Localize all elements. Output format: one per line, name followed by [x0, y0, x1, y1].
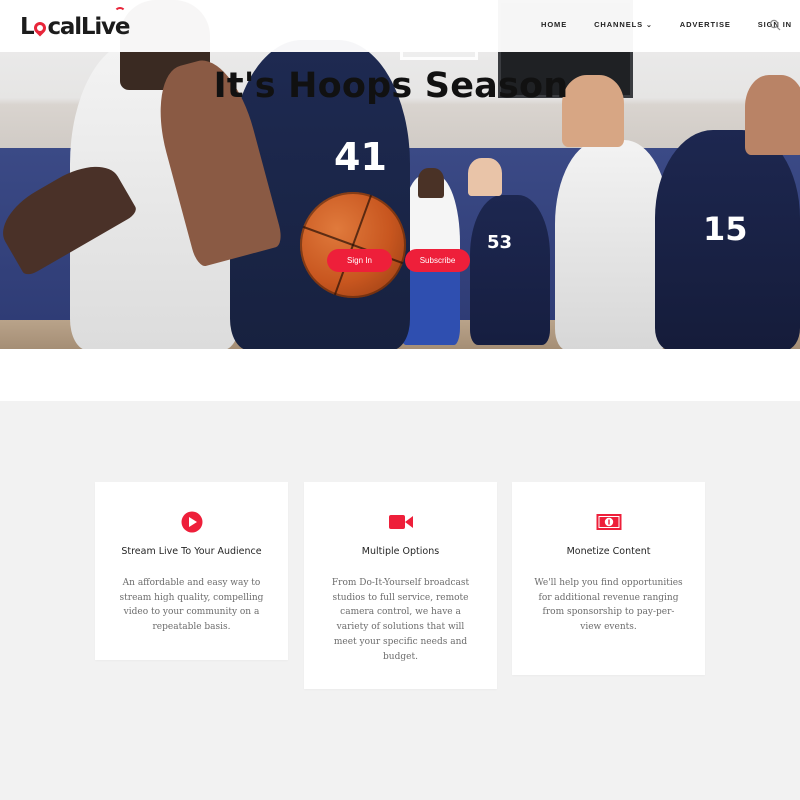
subscribe-button[interactable]: Subscribe: [405, 249, 470, 272]
nav-home[interactable]: HOME: [541, 20, 567, 29]
sign-in-button[interactable]: Sign In: [327, 249, 392, 272]
feature-title: Multiple Options: [361, 546, 440, 557]
jersey-number: 53: [487, 232, 513, 253]
feature-card-options: Multiple Options From Do-It-Yourself bro…: [304, 482, 497, 689]
hero-title: It's Hoops Season: [213, 66, 569, 106]
nav-advertise[interactable]: ADVERTISE: [680, 20, 731, 29]
locallive-logo[interactable]: LcalLive: [20, 7, 130, 43]
main-nav: HOME CHANNELS ⌄ ADVERTISE SIGN IN: [541, 20, 800, 29]
video-camera-icon: [388, 515, 413, 529]
spacer-band: [0, 349, 800, 401]
hero-banner: 53 15 41: [0, 0, 800, 349]
jersey-number: 41: [334, 135, 387, 179]
player-head: [468, 158, 502, 196]
feature-text: We'll help you find opportunities for ad…: [534, 578, 683, 633]
jersey-number: 15: [703, 210, 748, 248]
feature-title: Stream Live To Your Audience: [121, 546, 262, 557]
search-icon[interactable]: [769, 19, 781, 31]
nav-channels[interactable]: CHANNELS ⌄: [594, 20, 653, 29]
top-navbar: LcalLive HOME CHANNELS ⌄ ADVERTISE SIGN I…: [0, 0, 800, 52]
nav-channels-label: CHANNELS: [594, 20, 643, 29]
feature-text: An affordable and easy way to stream hig…: [119, 578, 264, 633]
feature-card-stream: Stream Live To Your Audience An affordab…: [95, 482, 288, 660]
feature-card-monetize: Monetize Content We'll help you find opp…: [512, 482, 705, 675]
money-bill-icon: [596, 514, 621, 530]
basketball: [300, 192, 406, 298]
chevron-down-icon: ⌄: [645, 22, 653, 29]
signal-icon: [114, 7, 126, 15]
player-white-right: [555, 140, 670, 349]
feature-text: From Do-It-Yourself broadcast studios to…: [331, 578, 470, 662]
hero-buttons: Sign In Subscribe: [327, 249, 470, 272]
feature-title: Monetize Content: [566, 546, 651, 557]
play-circle-icon: [181, 511, 202, 533]
player-53: [470, 195, 550, 345]
player-head: [418, 168, 444, 198]
